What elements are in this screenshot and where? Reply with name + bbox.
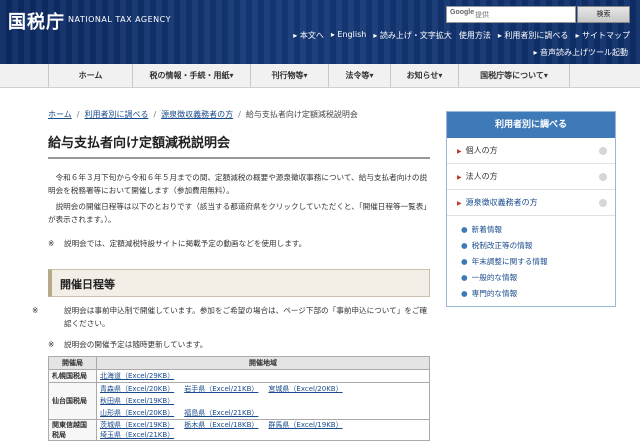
region-cell: 茨城県（Excel/19KB） 栃木県（Excel/18KB） 群馬県（Excel/…	[96, 419, 430, 441]
table-row: 関東信越国税局 茨城県（Excel/19KB） 栃木県（Excel/18KB） 群馬…	[48, 419, 430, 441]
circle-icon	[599, 199, 607, 207]
note-mark: ※	[32, 306, 39, 315]
gnav-publications[interactable]: 刊行物等▾	[250, 64, 328, 88]
region-link[interactable]: 茨城県（Excel/19KB）	[100, 421, 174, 429]
table-header-row: 開催局 開催地域	[48, 356, 430, 370]
sidebar: 利用者別に調べる ▶ 個人の方 ▶ 法人の方 ▶ 源泉徴収義務者の方 ● 新着情報 ● 税…	[446, 111, 616, 307]
video-note: ※ 説明会では、定額減税特設サイトに掲載予定の動画などを使用します。	[48, 238, 432, 251]
util-link-by-user[interactable]: ▸ 利用者別に調べる	[498, 30, 569, 41]
region-link[interactable]: 岩手県（Excel/21KB）	[184, 385, 258, 393]
bullet-icon: ●	[461, 257, 468, 266]
site-logo[interactable]: 国税庁	[8, 8, 65, 34]
schedule-table: 開催局 開催地域 札幌国税局 北海道（Excel/29KB） 仙台国税局 青森県…	[48, 356, 430, 441]
bureau-cell: 関東信越国税局	[48, 419, 97, 441]
page-title: 給与支払者向け定額減税説明会	[48, 136, 231, 151]
sidebar-sub-label: 新着情報	[471, 225, 503, 234]
sidebar-item-label: 個人の方	[465, 146, 498, 155]
breadcrumb-separator: /	[153, 110, 157, 119]
search-button[interactable]: 検索	[577, 6, 630, 23]
intro-paragraph: 令和６年３月下旬から令和６年５月までの間、定額減税の概要や源泉徴収事務について、…	[48, 173, 428, 195]
table-row: 仙台国税局 青森県（Excel/20KB） 岩手県（Excel/21KB） 宮城県（…	[48, 382, 430, 420]
schedule-paragraph: 説明会の開催日程等は以下のとおりです（該当する都道府県をクリックしていただくと、…	[48, 202, 431, 224]
breadcrumb-separator: /	[76, 110, 80, 119]
site-header: 国税庁 NATIONAL TAX AGENCY Google 検索 ▸ 本文へ …	[0, 0, 640, 64]
google-brand-label: Google	[450, 9, 475, 16]
sidebar-sub-label: 一般的な情報	[471, 273, 518, 282]
util-link-sitemap[interactable]: ▸ サイトマップ	[575, 30, 630, 41]
gnav-home[interactable]: ホーム	[48, 64, 132, 88]
region-link[interactable]: 山形県（Excel/20KB）	[100, 409, 174, 417]
note-mark: ※	[48, 239, 55, 248]
region-link[interactable]: 埼玉県（Excel/21KB）	[100, 431, 174, 439]
breadcrumb-current: 給与支払者向け定額減税説明会	[245, 110, 358, 119]
triangle-bullet-icon: ▶	[457, 148, 462, 155]
section-heading: 開催日程等	[60, 278, 115, 291]
region-cell: 青森県（Excel/20KB） 岩手県（Excel/21KB） 宮城県（Excel/…	[96, 382, 430, 420]
gnav-about[interactable]: 国税庁等について▾	[458, 64, 570, 88]
breadcrumb-withholding[interactable]: 源泉徴収義務者の方	[161, 110, 233, 119]
region-link[interactable]: 福島県（Excel/21KB）	[184, 409, 258, 417]
breadcrumb-separator: /	[238, 110, 241, 119]
registration-note: ※ 説明会は事前申込制で開催しています。参加をご希望の場合は、ページ下部の「事前申…	[32, 305, 432, 330]
global-nav: ホーム 税の情報・手続・用紙▾ 刊行物等▾ 法令等▾ お知らせ▾ 国税庁等につい…	[0, 64, 640, 88]
title-divider	[48, 157, 430, 159]
util-link-usage[interactable]: 使用方法	[459, 30, 491, 41]
breadcrumb-by-user[interactable]: 利用者別に調べる	[84, 110, 148, 119]
sidebar-sub-reform[interactable]: ● 税制改正等の情報	[461, 238, 615, 254]
circle-icon	[599, 173, 607, 181]
sidebar-submenu: ● 新着情報 ● 税制改正等の情報 ● 年末調整に関する情報 ● 一般的な情報 ● 専門的…	[447, 216, 615, 306]
sidebar-item-withholding[interactable]: ▶ 源泉徴収義務者の方	[447, 190, 615, 216]
sidebar-sub-expert[interactable]: ● 専門的な情報	[461, 286, 615, 302]
triangle-bullet-icon: ▶	[457, 200, 462, 207]
util-link-voice-tool[interactable]: ▸ 音声読み上げツール起動	[533, 47, 628, 58]
site-logo-english: NATIONAL TAX AGENCY	[68, 15, 171, 24]
circle-icon	[599, 147, 607, 155]
update-note: ※ 説明会の開催予定は随時更新しています。	[48, 339, 432, 352]
column-header-region: 開催地域	[96, 356, 430, 370]
bureau-cell: 仙台国税局	[48, 382, 97, 420]
column-header-bureau: 開催局	[48, 356, 97, 370]
sidebar-item-individual[interactable]: ▶ 個人の方	[447, 138, 615, 164]
region-link[interactable]: 秋田県（Excel/19KB）	[100, 397, 174, 405]
util-link-skip[interactable]: ▸ 本文へ	[293, 30, 324, 41]
search-form: Google 検索	[446, 6, 630, 23]
bullet-icon: ●	[461, 225, 468, 234]
sidebar-sub-label: 年末調整に関する情報	[471, 257, 548, 266]
sidebar-title: 利用者別に調べる	[447, 112, 615, 138]
note-mark: ※	[48, 340, 55, 349]
update-note-text: 説明会の開催予定は随時更新しています。	[64, 340, 208, 349]
utility-nav: ▸ 本文へ ▸ English ▸ 読み上げ・文字拡大 使用方法 ▸ 利用者別に…	[293, 30, 630, 41]
gnav-laws[interactable]: 法令等▾	[328, 64, 390, 88]
region-link[interactable]: 北海道（Excel/29KB）	[100, 372, 174, 380]
region-link[interactable]: 宮城県（Excel/20KB）	[268, 385, 342, 393]
bullet-icon: ●	[461, 273, 468, 282]
video-note-text: 説明会では、定額減税特設サイトに掲載予定の動画などを使用します。	[64, 239, 307, 248]
sidebar-sub-year-end[interactable]: ● 年末調整に関する情報	[461, 254, 615, 270]
bullet-icon: ●	[461, 289, 468, 298]
region-link[interactable]: 栃木県（Excel/18KB）	[184, 421, 258, 429]
region-cell: 北海道（Excel/29KB）	[96, 369, 430, 383]
gnav-notices[interactable]: お知らせ▾	[390, 64, 458, 88]
util-link-read-aloud[interactable]: ▸ 読み上げ・文字拡大	[373, 30, 452, 41]
sidebar-sub-new[interactable]: ● 新着情報	[461, 222, 615, 238]
util-link-english[interactable]: ▸ English	[331, 30, 366, 41]
sidebar-item-corporate[interactable]: ▶ 法人の方	[447, 164, 615, 190]
bullet-icon: ●	[461, 241, 468, 250]
region-link[interactable]: 青森県（Excel/20KB）	[100, 385, 174, 393]
sidebar-sub-label: 税制改正等の情報	[471, 241, 533, 250]
section-heading-box: 開催日程等	[48, 269, 430, 297]
registration-note-text: 説明会は事前申込制で開催しています。参加をご希望の場合は、ページ下部の「事前申込…	[64, 306, 428, 328]
sidebar-item-label: 源泉徴収義務者の方	[465, 198, 538, 207]
bureau-cell: 札幌国税局	[48, 369, 97, 383]
table-row: 札幌国税局 北海道（Excel/29KB）	[48, 369, 430, 383]
gnav-tax-info[interactable]: 税の情報・手続・用紙▾	[132, 64, 250, 88]
triangle-bullet-icon: ▶	[457, 174, 462, 181]
region-link[interactable]: 群馬県（Excel/19KB）	[268, 421, 342, 429]
sidebar-sub-label: 専門的な情報	[471, 289, 518, 298]
sidebar-sub-general[interactable]: ● 一般的な情報	[461, 270, 615, 286]
breadcrumb-home[interactable]: ホーム	[48, 110, 72, 119]
breadcrumb: ホーム / 利用者別に調べる / 源泉徴収義務者の方 / 給与支払者向け定額減税説明会	[48, 109, 358, 120]
sidebar-item-label: 法人の方	[465, 172, 498, 181]
